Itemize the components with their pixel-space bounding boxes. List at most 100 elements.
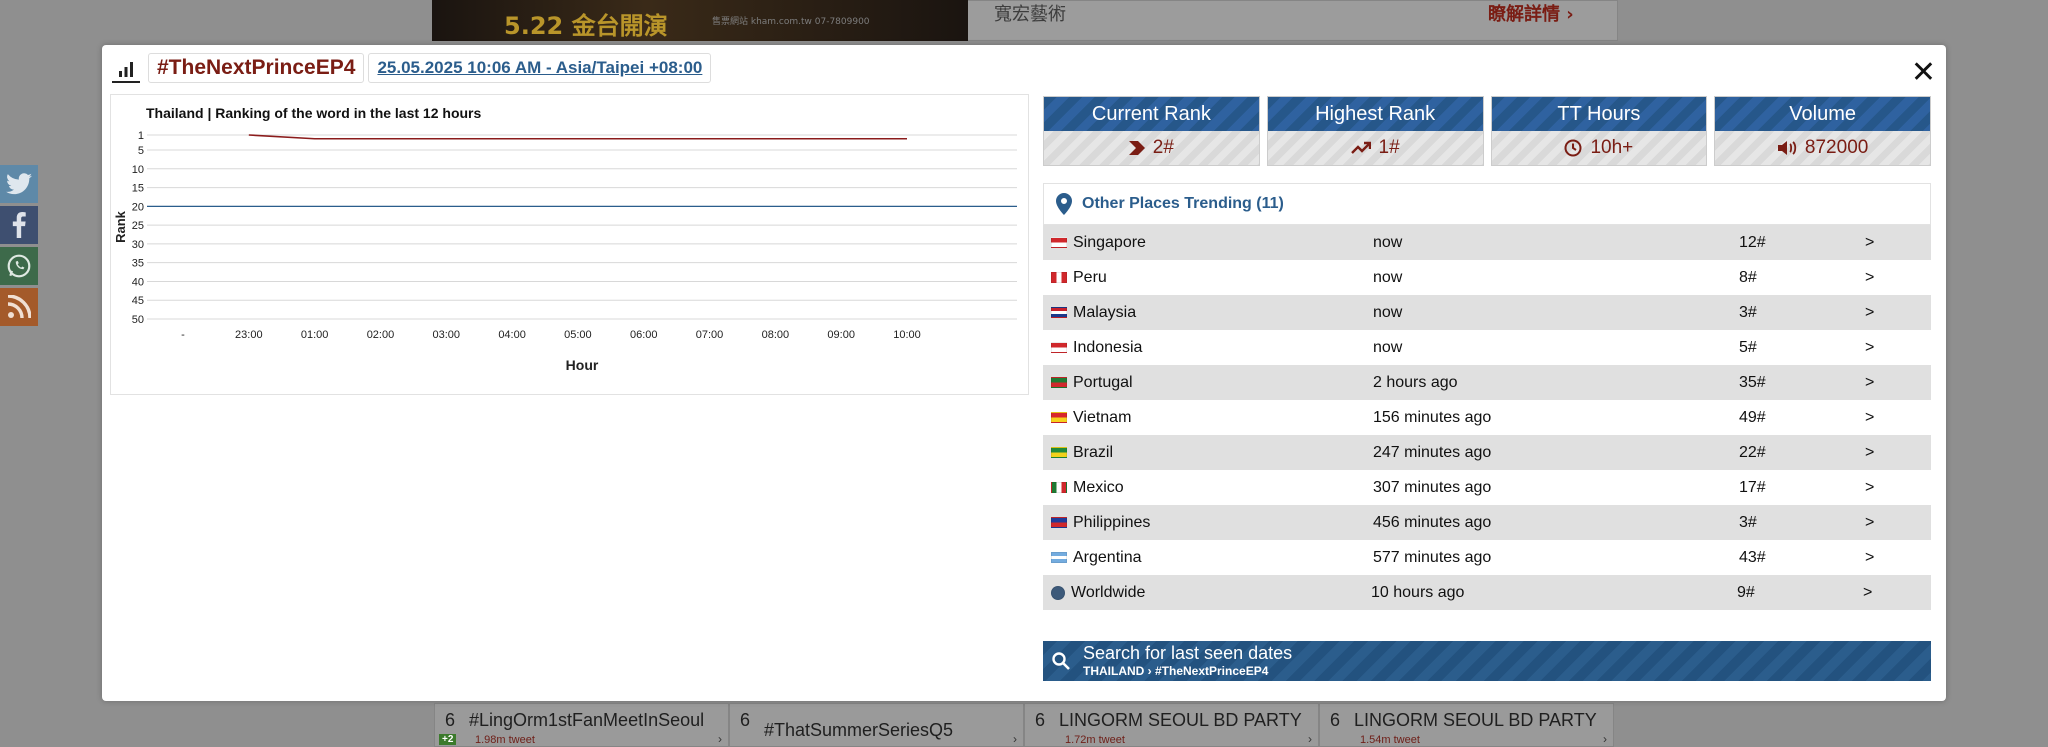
y-tick-label: 1 bbox=[138, 130, 144, 142]
ranking-chart: Thailand | Ranking of the word in the la… bbox=[110, 94, 1029, 395]
place-country: Worldwide bbox=[1071, 583, 1146, 601]
flag-icon bbox=[1051, 412, 1067, 423]
modal-header: #TheNextPrinceEP4 25.05.2025 10:06 AM - … bbox=[112, 52, 712, 84]
hashtag-title: #TheNextPrinceEP4 bbox=[148, 53, 365, 83]
flag-icon bbox=[1051, 237, 1067, 248]
y-tick-label: 45 bbox=[132, 295, 144, 307]
stat-value: 2# bbox=[1152, 137, 1174, 158]
y-tick-label: 20 bbox=[132, 201, 144, 213]
flag-icon bbox=[1051, 585, 1065, 600]
place-open-arrow: > bbox=[1865, 513, 1875, 531]
x-tick-label: 07:00 bbox=[696, 329, 724, 341]
rss-icon bbox=[7, 295, 31, 319]
trend-card[interactable]: 6 LINGORM SEOUL BD PARTY 1.72m tweet › bbox=[1024, 703, 1319, 747]
ad-link[interactable]: 寬宏藝術 bbox=[994, 0, 1066, 26]
place-open-arrow: > bbox=[1865, 233, 1875, 251]
stat-value-box: 2# bbox=[1044, 131, 1259, 165]
chevron-right-icon: › bbox=[718, 732, 722, 746]
place-row[interactable]: Indonesia now 5# > bbox=[1043, 330, 1931, 365]
place-open-arrow: > bbox=[1865, 303, 1875, 321]
other-places-list: Singapore now 12# > Peru now 8# > Malaysia now 3# >… bbox=[1043, 225, 1931, 610]
search-last-seen-button[interactable]: Search for last seen dates THAILAND › #T… bbox=[1043, 641, 1931, 681]
trend-card-volume: 1.72m tweet bbox=[1065, 734, 1125, 746]
place-row[interactable]: Malaysia now 3# > bbox=[1043, 295, 1931, 330]
x-tick-label: 06:00 bbox=[630, 329, 658, 341]
place-country: Mexico bbox=[1073, 478, 1124, 496]
stat-label: Volume bbox=[1715, 97, 1930, 131]
x-tick-label: 01:00 bbox=[301, 329, 329, 341]
trend-card-title: LINGORM SEOUL BD PARTY bbox=[1354, 710, 1597, 730]
stat-value-box: 872000 bbox=[1715, 131, 1930, 165]
place-rank: 12# bbox=[1739, 233, 1766, 251]
place-country: Argentina bbox=[1073, 548, 1142, 566]
ad-subtext: 售票網站 kham.com.tw 07-7809900 bbox=[712, 17, 870, 27]
place-last-seen: 10 hours ago bbox=[1371, 583, 1465, 601]
x-tick-label: 10:00 bbox=[893, 329, 921, 341]
close-button[interactable]: ✕ bbox=[1911, 58, 1936, 88]
chevron-right-icon: › bbox=[1603, 732, 1607, 746]
x-tick-label: 05:00 bbox=[564, 329, 592, 341]
whatsapp-icon bbox=[7, 254, 31, 278]
y-tick-label: 40 bbox=[132, 276, 144, 288]
trending-up-icon bbox=[1350, 141, 1371, 154]
place-open-arrow: > bbox=[1865, 548, 1875, 566]
whatsapp-share-button[interactable] bbox=[0, 247, 38, 285]
place-last-seen: 577 minutes ago bbox=[1373, 548, 1492, 566]
place-open-arrow: > bbox=[1865, 478, 1875, 496]
stat-tt-hours: TT Hours 10h+ bbox=[1490, 96, 1708, 166]
place-row[interactable]: Philippines 456 minutes ago 3# > bbox=[1043, 505, 1931, 540]
chevron-right-icon: › bbox=[1308, 732, 1312, 746]
trend-card-rank: 6 bbox=[1035, 710, 1046, 730]
place-row[interactable]: Brazil 247 minutes ago 22# > bbox=[1043, 435, 1931, 470]
series-line bbox=[248, 134, 907, 140]
x-tick-label: - bbox=[181, 329, 185, 341]
place-row[interactable]: Worldwide 10 hours ago 9# > bbox=[1043, 575, 1931, 610]
place-row[interactable]: Portugal 2 hours ago 35# > bbox=[1043, 365, 1931, 400]
place-row[interactable]: Argentina 577 minutes ago 43# > bbox=[1043, 540, 1931, 575]
trend-card[interactable]: 6 LINGORM SEOUL BD PARTY 1.54m tweet › bbox=[1319, 703, 1614, 747]
background-trend-cards: 6 #LingOrm1stFanMeetInSeoul +2 1.98m twe… bbox=[434, 703, 1614, 747]
y-tick-label: 35 bbox=[132, 258, 144, 270]
y-axis-label: Rank bbox=[113, 210, 128, 243]
place-rank: 22# bbox=[1739, 443, 1766, 461]
x-tick-label: 03:00 bbox=[433, 329, 461, 341]
other-places-header: Other Places Trending (11) bbox=[1043, 183, 1931, 225]
x-axis-label: Hour bbox=[566, 357, 599, 373]
place-open-arrow: > bbox=[1865, 268, 1875, 286]
place-last-seen: 307 minutes ago bbox=[1373, 478, 1492, 496]
place-last-seen: 156 minutes ago bbox=[1373, 408, 1492, 426]
ad-text: 5.22 金台開演 bbox=[504, 12, 668, 40]
other-places-title: Other Places Trending (11) bbox=[1082, 195, 1284, 212]
chevron-right-icon: › bbox=[1013, 732, 1017, 746]
place-row[interactable]: Vietnam 156 minutes ago 49# > bbox=[1043, 400, 1931, 435]
y-tick-label: 10 bbox=[132, 164, 144, 176]
place-country: Brazil bbox=[1073, 443, 1114, 461]
flag-icon bbox=[1051, 447, 1067, 458]
place-rank: 17# bbox=[1739, 478, 1766, 496]
stat-label: Current Rank bbox=[1044, 97, 1259, 131]
place-row[interactable]: Peru now 8# > bbox=[1043, 260, 1931, 295]
place-last-seen: 247 minutes ago bbox=[1373, 443, 1492, 461]
trend-card[interactable]: 6 #LingOrm1stFanMeetInSeoul +2 1.98m twe… bbox=[434, 703, 729, 747]
stat-value: 1# bbox=[1378, 137, 1400, 158]
twitter-share-button[interactable] bbox=[0, 165, 38, 203]
ad-cta[interactable]: 瞭解詳情 › bbox=[1488, 0, 1574, 26]
place-rank: 49# bbox=[1739, 408, 1766, 426]
place-row[interactable]: Singapore now 12# > bbox=[1043, 225, 1931, 260]
stat-label: Highest Rank bbox=[1267, 97, 1483, 131]
clock-icon bbox=[1564, 139, 1582, 157]
search-label: Search for last seen dates bbox=[1083, 643, 1293, 663]
rss-feed-button[interactable] bbox=[0, 288, 38, 326]
ad-banner[interactable]: 5.22 金台開演 售票網站 kham.com.tw 07-7809900 bbox=[432, 0, 968, 41]
y-tick-label: 50 bbox=[132, 314, 144, 326]
place-last-seen: now bbox=[1373, 303, 1403, 321]
place-row[interactable]: Mexico 307 minutes ago 17# > bbox=[1043, 470, 1931, 505]
trend-card-rank: 6 bbox=[740, 710, 751, 730]
place-last-seen: now bbox=[1373, 338, 1403, 356]
twitter-icon bbox=[6, 173, 32, 195]
location-pin-icon bbox=[1056, 193, 1072, 215]
date-link[interactable]: 25.05.2025 10:06 AM - Asia/Taipei +08:00 bbox=[368, 53, 712, 83]
facebook-share-button[interactable] bbox=[0, 206, 38, 244]
trend-card[interactable]: 6 #ThatSummerSeriesQ5 › bbox=[729, 703, 1024, 747]
bar-chart-icon bbox=[112, 53, 140, 83]
